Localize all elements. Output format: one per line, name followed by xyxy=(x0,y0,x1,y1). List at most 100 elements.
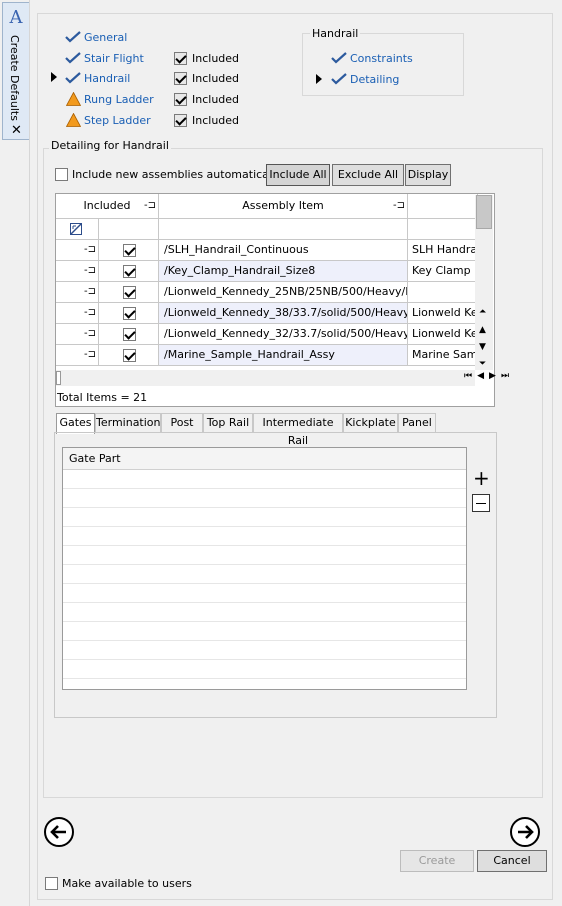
included-cell[interactable] xyxy=(99,282,159,303)
gate-part-row[interactable] xyxy=(63,489,466,508)
assembly-item-cell[interactable]: /Lionweld_Kennedy_25NB/25NB/500/Heavy/FX xyxy=(159,282,408,303)
row-included-checkbox[interactable] xyxy=(123,328,136,341)
close-icon[interactable]: ✕ xyxy=(11,123,22,138)
row-header[interactable]: -⊐ xyxy=(56,261,99,282)
included-rung-ladder[interactable]: Included xyxy=(174,91,239,107)
nav-item-general[interactable]: General xyxy=(65,28,127,46)
create-defaults-tab[interactable]: A Create Defaults ✕ xyxy=(2,2,29,140)
nav-label: Handrail xyxy=(84,71,131,85)
gate-part-row[interactable] xyxy=(63,603,466,622)
exclude-all-button[interactable]: Exclude All xyxy=(332,164,404,186)
row-included-checkbox[interactable] xyxy=(123,244,136,257)
column-header-assembly-item[interactable]: Assembly Item -⊐ xyxy=(159,194,408,219)
next-button[interactable] xyxy=(510,817,540,847)
nav-item-stair-flight[interactable]: Stair Flight xyxy=(65,49,144,67)
nav-item-detailing[interactable]: Detailing xyxy=(331,70,399,88)
included-cell[interactable] xyxy=(99,261,159,282)
included-checkbox[interactable] xyxy=(174,92,187,106)
display-button[interactable]: Display xyxy=(405,164,451,186)
included-cell[interactable] xyxy=(99,324,159,345)
assembly-item-cell[interactable]: /Lionweld_Kennedy_32/33.7/solid/500/Heav… xyxy=(159,324,408,345)
filter-cell[interactable] xyxy=(408,219,478,240)
make-available-option[interactable]: Make available to users xyxy=(45,877,192,890)
nav-item-rung-ladder[interactable]: Rung Ladder xyxy=(66,90,154,108)
grid-vertical-scrollbar[interactable]: ⏶ ▲ ▼ ⏷ xyxy=(475,195,493,370)
back-button[interactable] xyxy=(44,817,74,847)
scroll-down-icon[interactable]: ▼ xyxy=(479,342,486,352)
scroll-top-icon[interactable]: ⏶ xyxy=(479,307,486,317)
pin-icon[interactable]: -⊐ xyxy=(144,194,156,218)
row-header[interactable]: -⊐ xyxy=(56,282,99,303)
gate-part-row[interactable] xyxy=(63,622,466,641)
row-header[interactable]: -⊐ xyxy=(56,240,99,261)
tab-gates[interactable]: Gates xyxy=(56,413,95,434)
assembly-item-cell[interactable]: /Key_Clamp_Handrail_Size8 xyxy=(159,261,408,282)
auto-include-checkbox[interactable] xyxy=(55,168,68,181)
remove-button[interactable] xyxy=(472,494,490,512)
row-header[interactable]: -⊐ xyxy=(56,345,99,366)
row-header[interactable]: -⊐ xyxy=(56,303,99,324)
pin-icon[interactable]: -⊐ xyxy=(84,324,96,344)
tab-termination[interactable]: Termination xyxy=(95,413,161,433)
column-header-extra xyxy=(408,194,478,219)
filter-cell[interactable] xyxy=(99,219,159,240)
scroll-thumb[interactable] xyxy=(56,371,61,385)
included-checkbox[interactable] xyxy=(174,51,187,65)
included-cell[interactable] xyxy=(99,240,159,261)
scroll-thumb[interactable] xyxy=(476,195,492,229)
scroll-up-icon[interactable]: ▲ xyxy=(479,325,486,335)
included-checkbox[interactable] xyxy=(174,113,187,127)
nav-item-constraints[interactable]: Constraints xyxy=(331,49,413,67)
scroll-bottom-icon[interactable]: ⏷ xyxy=(479,359,486,369)
included-cell[interactable] xyxy=(99,303,159,324)
gate-part-row[interactable] xyxy=(63,660,466,679)
include-all-button[interactable]: Include All xyxy=(266,164,330,186)
pin-icon[interactable]: -⊐ xyxy=(84,345,96,365)
tab-panel[interactable]: Panel xyxy=(398,413,436,433)
tab-kickplate[interactable]: Kickplate xyxy=(343,413,398,433)
pin-icon[interactable]: -⊐ xyxy=(84,240,96,260)
assembly-item-cell[interactable]: /Marine_Sample_Handrail_Assy xyxy=(159,345,408,366)
nav-item-handrail[interactable]: Handrail xyxy=(65,69,130,87)
cancel-button[interactable]: Cancel xyxy=(477,850,547,872)
row-included-checkbox[interactable] xyxy=(123,265,136,278)
row-included-checkbox[interactable] xyxy=(123,286,136,299)
gate-part-row[interactable] xyxy=(63,584,466,603)
pin-icon[interactable]: -⊐ xyxy=(84,303,96,323)
included-cell[interactable] xyxy=(99,345,159,366)
row-included-checkbox[interactable] xyxy=(123,307,136,320)
add-icon[interactable]: + xyxy=(473,468,490,488)
included-handrail[interactable]: Included xyxy=(174,70,239,86)
filter-cell[interactable] xyxy=(159,219,408,240)
pin-icon[interactable]: -⊐ xyxy=(84,261,96,281)
gate-part-row[interactable] xyxy=(63,565,466,584)
gate-part-row[interactable] xyxy=(63,508,466,527)
tab-post[interactable]: Post xyxy=(161,413,203,433)
filter-row-header xyxy=(56,219,99,240)
gate-part-row[interactable] xyxy=(63,470,466,489)
scroll-nav-icons[interactable]: ⏮◀▶⏭ xyxy=(464,371,514,381)
auto-include-option[interactable]: Include new assemblies automatically xyxy=(55,168,282,181)
filter-icon[interactable] xyxy=(70,223,82,235)
column-header-included[interactable]: Included -⊐ xyxy=(56,194,159,219)
row-included-checkbox[interactable] xyxy=(123,349,136,362)
row-header[interactable]: -⊐ xyxy=(56,324,99,345)
gate-part-header[interactable]: Gate Part xyxy=(63,448,466,470)
check-icon xyxy=(331,73,347,85)
tab-intermediate-rail[interactable]: Intermediate Rail xyxy=(253,413,343,447)
pin-icon[interactable]: -⊐ xyxy=(84,282,96,302)
assembly-item-cell[interactable]: /SLH_Handrail_Continuous xyxy=(159,240,408,261)
included-step-ladder[interactable]: Included xyxy=(174,112,239,128)
included-stair-flight[interactable]: Included xyxy=(174,50,239,66)
gate-part-row[interactable] xyxy=(63,546,466,565)
create-button[interactable]: Create xyxy=(400,850,474,872)
pin-icon[interactable]: -⊐ xyxy=(393,194,405,218)
tab-top-rail[interactable]: Top Rail xyxy=(203,413,253,433)
gate-part-row[interactable] xyxy=(63,527,466,546)
included-checkbox[interactable] xyxy=(174,71,187,85)
make-available-checkbox[interactable] xyxy=(45,877,58,890)
gate-part-row[interactable] xyxy=(63,641,466,660)
assembly-item-cell[interactable]: /Lionweld_Kennedy_38/33.7/solid/500/Heav… xyxy=(159,303,408,324)
grid-horizontal-scrollbar[interactable]: ⏮◀▶⏭ xyxy=(56,370,509,386)
nav-item-step-ladder[interactable]: Step Ladder xyxy=(66,111,151,129)
